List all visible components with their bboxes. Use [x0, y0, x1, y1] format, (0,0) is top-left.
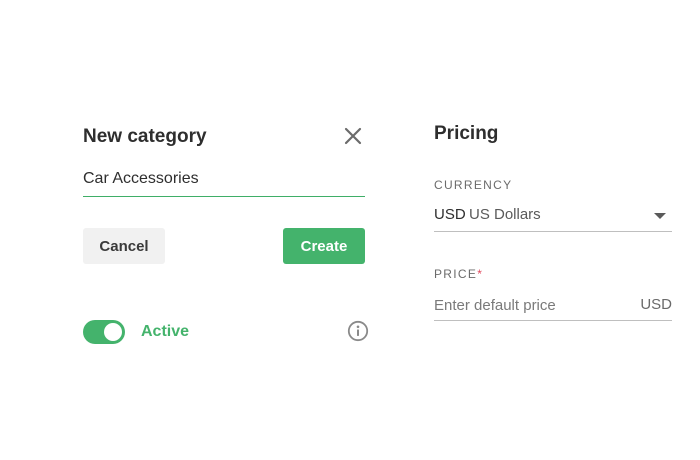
- toggle-knob: [104, 323, 122, 341]
- panel-title: New category: [83, 126, 207, 147]
- currency-name: US Dollars: [469, 206, 541, 223]
- price-label-text: PRICE: [434, 267, 478, 281]
- currency-select[interactable]: USD US Dollars: [434, 204, 672, 232]
- currency-code: USD: [434, 206, 466, 223]
- price-field: USD: [434, 292, 672, 321]
- pricing-title: Pricing: [434, 123, 499, 144]
- required-mark: *: [477, 267, 484, 281]
- create-button[interactable]: Create: [283, 228, 365, 264]
- currency-label: CURRENCY: [434, 178, 513, 192]
- price-label: PRICE*: [434, 267, 483, 281]
- active-toggle[interactable]: [83, 320, 125, 344]
- page: New category Cancel Create Active Pricin…: [0, 0, 700, 460]
- close-icon[interactable]: [342, 125, 364, 147]
- chevron-down-icon: [654, 213, 666, 219]
- price-input[interactable]: [434, 292, 634, 318]
- price-currency-suffix: USD: [640, 296, 672, 313]
- cancel-button[interactable]: Cancel: [83, 228, 165, 264]
- category-name-input[interactable]: [83, 168, 365, 197]
- active-label: Active: [141, 323, 190, 340]
- info-icon[interactable]: [347, 320, 369, 342]
